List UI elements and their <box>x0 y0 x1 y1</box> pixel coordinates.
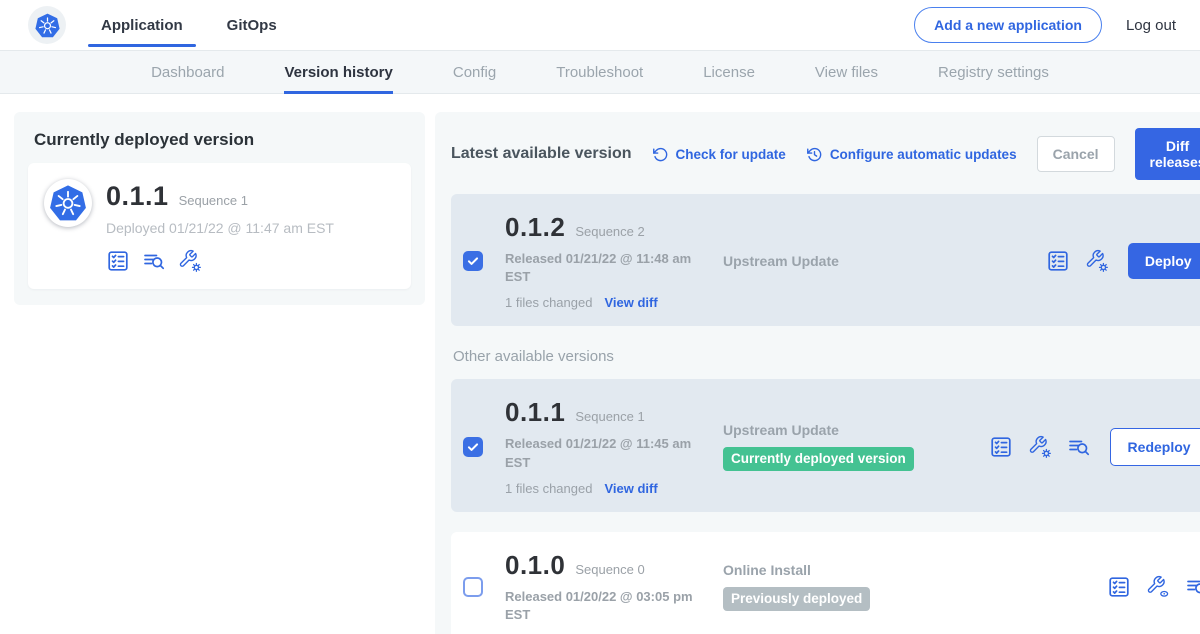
logout-link[interactable]: Log out <box>1126 17 1176 34</box>
files-changed: 1 files changed <box>505 481 592 496</box>
deployed-timestamp: Deployed 01/21/22 @ 11:47 am EST <box>106 220 334 236</box>
version-sequence: Sequence 2 <box>575 224 644 239</box>
version-sequence: Sequence 1 <box>575 409 644 424</box>
logs-icon[interactable] <box>1067 435 1091 459</box>
configure-automatic-updates-link[interactable]: Configure automatic updates <box>806 146 1017 163</box>
version-released: Released 01/21/22 @ 11:48 am EST <box>505 250 705 286</box>
view-diff-link[interactable]: View diff <box>604 481 657 496</box>
row-gap <box>451 512 1200 532</box>
wrench-gear-icon[interactable] <box>1085 249 1109 273</box>
checklist-icon[interactable] <box>1046 249 1070 273</box>
version-number: 0.1.1 <box>505 397 565 428</box>
other-versions-label: Other available versions <box>453 348 1200 365</box>
check-for-update-label: Check for update <box>676 147 786 162</box>
subnav-item-version-history[interactable]: Version history <box>284 51 392 93</box>
version-checkbox[interactable] <box>463 577 483 597</box>
available-panel-title: Latest available version <box>451 145 632 163</box>
diff-releases-button[interactable]: Diff releases <box>1135 128 1200 180</box>
version-row: 0.1.0 Sequence 0 Released 01/20/22 @ 03:… <box>451 532 1200 634</box>
app-subnav: Dashboard Version history Config Trouble… <box>0 50 1200 94</box>
version-row: 0.1.2 Sequence 2 Released 01/21/22 @ 11:… <box>451 194 1200 326</box>
tab-gitops[interactable]: GitOps <box>214 0 290 50</box>
checklist-icon[interactable] <box>989 435 1013 459</box>
wrench-eye-icon[interactable] <box>1146 575 1170 599</box>
wrench-gear-icon[interactable] <box>178 249 202 273</box>
version-action-button[interactable]: Redeploy <box>1110 428 1200 466</box>
version-source: Online Install <box>723 562 1095 578</box>
status-badge: Previously deployed <box>723 587 870 611</box>
main-content: Currently deployed version 0.1.1 Sequenc… <box>0 94 1200 634</box>
version-released: Released 01/21/22 @ 11:45 am EST <box>505 435 705 471</box>
wrench-gear-icon[interactable] <box>1028 435 1052 459</box>
version-source: Upstream Update <box>723 422 977 438</box>
available-versions-panel: Latest available version Check for updat… <box>435 112 1200 634</box>
top-bar-right: Add a new application Log out <box>914 7 1176 43</box>
kubernetes-app-icon <box>44 179 92 227</box>
version-number: 0.1.0 <box>505 550 565 581</box>
version-action-button[interactable]: Deploy <box>1128 243 1200 279</box>
version-sequence: Sequence 0 <box>575 562 644 577</box>
version-released: Released 01/20/22 @ 03:05 pm EST <box>505 588 705 624</box>
deployed-version-card: 0.1.1 Sequence 1 Deployed 01/21/22 @ 11:… <box>28 163 411 289</box>
deployed-version-sequence: Sequence 1 <box>179 193 248 208</box>
available-header: Latest available version Check for updat… <box>451 128 1200 180</box>
latest-version-rows: 0.1.2 Sequence 2 Released 01/21/22 @ 11:… <box>451 194 1200 326</box>
version-number: 0.1.2 <box>505 212 565 243</box>
logs-icon[interactable] <box>1185 575 1200 599</box>
other-version-rows: 0.1.1 Sequence 1 Released 01/21/22 @ 11:… <box>451 379 1200 634</box>
deployed-panel-title: Currently deployed version <box>34 130 411 150</box>
version-checkbox[interactable] <box>463 251 483 271</box>
refresh-icon <box>652 146 669 163</box>
deployed-version-number: 0.1.1 <box>106 181 169 212</box>
check-for-update-link[interactable]: Check for update <box>652 146 786 163</box>
view-diff-link[interactable]: View diff <box>604 295 657 310</box>
cancel-button[interactable]: Cancel <box>1037 136 1115 172</box>
subnav-item-config[interactable]: Config <box>453 51 496 93</box>
logs-icon[interactable] <box>142 249 166 273</box>
tab-application[interactable]: Application <box>88 0 196 50</box>
subnav-item-troubleshoot[interactable]: Troubleshoot <box>556 51 643 93</box>
kubernetes-logo-icon[interactable] <box>28 6 66 44</box>
subnav-item-registry-settings[interactable]: Registry settings <box>938 51 1049 93</box>
subnav-item-license[interactable]: License <box>703 51 755 93</box>
version-checkbox[interactable] <box>463 437 483 457</box>
currently-deployed-panel: Currently deployed version 0.1.1 Sequenc… <box>14 112 425 305</box>
files-changed: 1 files changed <box>505 295 592 310</box>
configure-updates-label: Configure automatic updates <box>830 147 1017 162</box>
top-bar: Application GitOps Add a new application… <box>0 0 1200 50</box>
checklist-icon[interactable] <box>106 249 130 273</box>
top-tabs: Application GitOps <box>88 0 290 50</box>
status-badge: Currently deployed version <box>723 447 914 471</box>
add-application-button[interactable]: Add a new application <box>914 7 1102 43</box>
version-source: Upstream Update <box>723 253 1034 269</box>
subnav-item-dashboard[interactable]: Dashboard <box>151 51 224 93</box>
version-row: 0.1.1 Sequence 1 Released 01/21/22 @ 11:… <box>451 379 1200 511</box>
checklist-icon[interactable] <box>1107 575 1131 599</box>
subnav-item-view-files[interactable]: View files <box>815 51 878 93</box>
clock-refresh-icon <box>806 146 823 163</box>
